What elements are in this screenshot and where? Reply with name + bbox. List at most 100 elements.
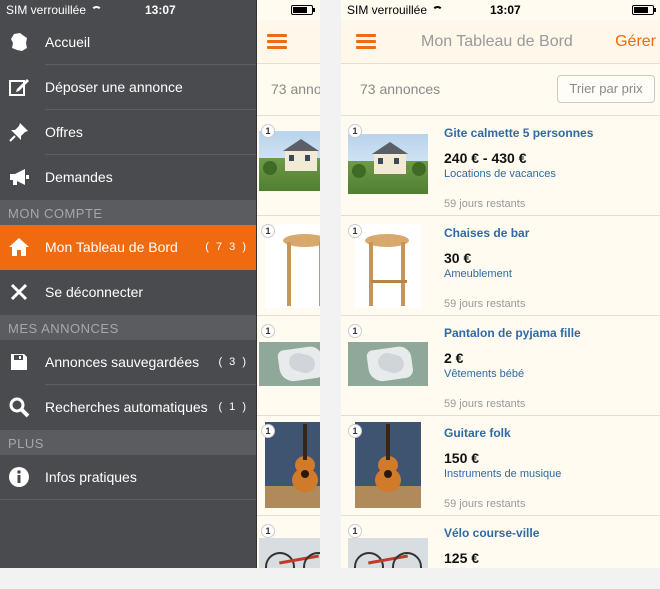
side-menu: SIM verrouillée 13:07 Accueil Déposer un… — [0, 0, 256, 568]
count-badge: ( 3 ) — [218, 356, 248, 368]
menu-item-deposer-annonce[interactable]: Déposer une annonce — [0, 65, 256, 110]
listing-thumbnail — [348, 342, 428, 386]
wifi-icon — [91, 6, 103, 14]
listing-badge: 1 — [261, 124, 275, 138]
menu-item-label: Mon Tableau de Bord — [45, 239, 178, 255]
listing-count: 73 annonces — [360, 81, 441, 97]
section-header-plus: PLUS — [0, 430, 256, 455]
france-map-icon — [8, 31, 30, 53]
listing-price: 2 € — [444, 350, 464, 366]
listing-badge: 1 — [261, 324, 275, 338]
listing-thumbnail — [348, 134, 428, 194]
menu-item-se-deconnecter[interactable]: Se déconnecter — [0, 270, 256, 315]
carrier-text: SIM verrouillée — [347, 3, 428, 17]
status-bar: SIM verrouillée 13:07 — [341, 0, 660, 20]
section-header-mon-compte: MON COMPTE — [0, 200, 256, 225]
battery-fill — [634, 7, 648, 13]
hamburger-menu-icon[interactable] — [356, 34, 376, 49]
listing-count-bar: 73 annonces Trier par prix — [341, 64, 660, 116]
listing-title[interactable]: Gite calmette 5 personnes — [444, 126, 593, 140]
listing-badge: 1 — [348, 424, 362, 438]
clock: 13:07 — [145, 3, 176, 17]
listing-remaining-days: 59 jours restants — [444, 498, 526, 510]
page-title: Mon Tableau de Bord — [421, 33, 573, 50]
list-item[interactable]: 1 — [257, 216, 320, 316]
listing-count-bar-peek: 73 annonces — [257, 64, 320, 116]
nav-bar: Mon Tableau de Bord Gérer — [341, 20, 660, 64]
search-icon — [8, 396, 30, 418]
listing-badge: 1 — [261, 524, 275, 538]
close-icon — [8, 281, 30, 303]
edit-icon — [8, 76, 30, 98]
listing-remaining-days: 59 jours restants — [444, 298, 526, 310]
listing-title[interactable]: Guitare folk — [444, 426, 511, 440]
count-badge: ( 7 3 ) — [205, 241, 248, 253]
list-item[interactable]: 1 — [257, 516, 320, 568]
listing-title[interactable]: Chaises de bar — [444, 226, 529, 240]
listing-category: Instruments de musique — [444, 468, 562, 480]
listing-badge: 1 — [348, 524, 362, 538]
menu-item-label: Se déconnecter — [45, 284, 144, 300]
battery-fill — [293, 7, 307, 13]
list-item[interactable]: 1 Pantalon de pyjama fille 2 € Vêtements… — [341, 316, 660, 416]
menu-item-tableau-de-bord[interactable]: Mon Tableau de Bord ( 7 3 ) — [0, 225, 256, 270]
listing-thumbnail — [355, 422, 421, 508]
listing-thumbnail — [259, 342, 320, 386]
list-item[interactable]: 1 Guitare folk 150 € Instruments de musi… — [341, 416, 660, 516]
menu-item-infos-pratiques[interactable]: Infos pratiques — [0, 455, 256, 500]
carrier-label: SIM verrouillée — [347, 3, 444, 17]
menu-item-label: Accueil — [45, 34, 91, 50]
left-screen-menu-open: SIM verrouillée 13:07 Accueil Déposer un… — [0, 0, 320, 568]
info-icon — [8, 466, 30, 488]
list-item[interactable]: 1 — [257, 416, 320, 516]
megaphone-icon — [8, 166, 30, 188]
list-item[interactable]: 1 — [257, 316, 320, 416]
listing-category: Vêtements bébé — [444, 368, 525, 380]
listing-thumbnail — [355, 224, 421, 308]
nav-bar-peek — [257, 20, 320, 64]
listing-thumbnail — [348, 538, 428, 568]
list-item[interactable]: 1 Gite calmette 5 personnes 240 € - 430 … — [341, 116, 660, 216]
battery-icon — [291, 5, 315, 15]
menu-item-annonces-sauvegardees[interactable]: Annonces sauvegardées ( 3 ) — [0, 340, 256, 385]
listing-category: Locations de vacances — [444, 168, 556, 180]
listing-remaining-days: 59 jours restants — [444, 198, 526, 210]
menu-item-label: Offres — [45, 124, 83, 140]
divider — [0, 499, 256, 500]
wifi-icon — [432, 6, 444, 14]
menu-item-recherches-automatiques[interactable]: Recherches automatiques ( 1 ) — [0, 385, 256, 430]
sort-by-price-button[interactable]: Trier par prix — [557, 75, 655, 103]
listing-badge: 1 — [348, 124, 362, 138]
listing-price: 30 € — [444, 250, 472, 266]
listing-title[interactable]: Pantalon de pyjama fille — [444, 326, 581, 340]
home-icon — [8, 236, 30, 258]
listing-category: Ameublement — [444, 268, 512, 280]
listing-count: 73 annonces — [271, 81, 320, 97]
listing-thumbnail — [259, 538, 320, 568]
right-screen-dashboard: SIM verrouillée 13:07 Mon Tableau de Bor… — [341, 0, 660, 568]
manage-button[interactable]: Gérer — [615, 33, 656, 51]
battery-icon — [632, 5, 656, 15]
listing-thumbnail — [265, 224, 320, 308]
listing-badge: 1 — [348, 324, 362, 338]
save-icon — [8, 351, 30, 373]
listing-title[interactable]: Vélo course-ville — [444, 526, 539, 540]
listing-remaining-days: 59 jours restants — [444, 398, 526, 410]
count-badge: ( 1 ) — [218, 401, 248, 413]
hamburger-menu-icon[interactable] — [267, 34, 287, 49]
listing-badge: 1 — [261, 224, 275, 238]
dashboard-peek[interactable]: 73 annonces 1 1 1 1 — [256, 0, 320, 568]
listing-thumbnail — [259, 131, 320, 191]
section-header-mes-annonces: MES ANNONCES — [0, 315, 256, 340]
menu-item-label: Déposer une annonce — [45, 79, 183, 95]
status-bar-peek — [257, 0, 320, 20]
list-item[interactable]: 1 Chaises de bar 30 € Ameublement 59 jou… — [341, 216, 660, 316]
list-item[interactable]: 1 Vélo course-ville 125 € — [341, 516, 660, 568]
status-bar: SIM verrouillée 13:07 — [0, 0, 256, 20]
listing-price: 240 € - 430 € — [444, 150, 527, 166]
menu-item-offres[interactable]: Offres — [0, 110, 256, 155]
list-item[interactable]: 1 — [257, 116, 320, 216]
menu-item-demandes[interactable]: Demandes — [0, 155, 256, 200]
listing-badge: 1 — [261, 424, 275, 438]
menu-item-accueil[interactable]: Accueil — [0, 20, 256, 65]
